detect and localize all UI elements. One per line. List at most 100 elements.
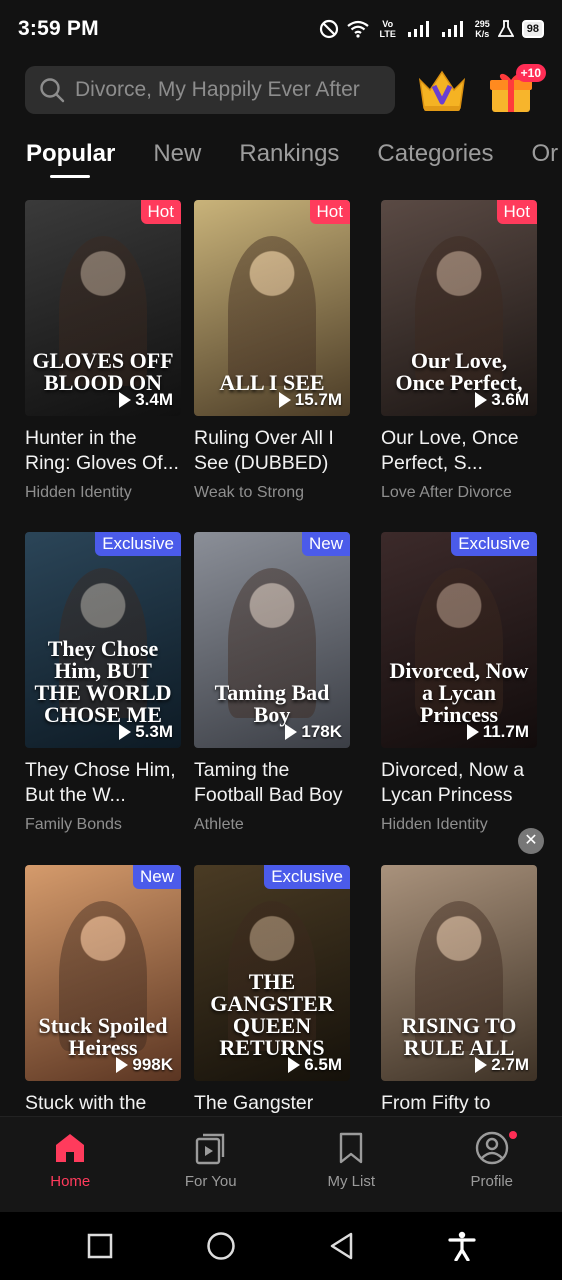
play-count: 11.7M: [466, 722, 529, 742]
play-count: 5.3M: [119, 722, 173, 742]
play-count: 178K: [285, 722, 342, 742]
drama-poster[interactable]: They Chose Him, BUT THE WORLD CHOSE ME Ex…: [25, 532, 181, 748]
net-speed-unit: K/s: [475, 29, 490, 39]
drama-card[interactable]: Taming Bad Boy New 178K Taming the Football…: [194, 532, 350, 834]
search-input[interactable]: [75, 78, 375, 102]
tab-categories[interactable]: Categories: [377, 140, 493, 180]
card-tag: New: [301, 532, 350, 556]
drama-card[interactable]: Our Love, Once Perfect, Hot 3.6M Our Love, …: [381, 200, 537, 502]
card-title[interactable]: Our Love, Once Perfect, S...: [381, 426, 537, 476]
card-tag: Exclusive: [95, 532, 181, 556]
card-genre: Hidden Identity: [25, 484, 132, 501]
search-bar[interactable]: [25, 66, 395, 114]
back-icon[interactable]: [329, 1232, 355, 1260]
home-circle-icon[interactable]: [206, 1231, 236, 1261]
play-icon: [475, 392, 488, 408]
play-count-value: 5.3M: [135, 722, 173, 741]
drama-card[interactable]: ALL I SEE Hot 15.7M Ruling Over All I See (…: [194, 200, 350, 502]
play-icon: [466, 724, 479, 740]
drama-poster[interactable]: RISING TO RULE ALL 2.7M: [381, 865, 537, 1081]
poster-title-art: They Chose Him, BUT THE WORLD CHOSE ME: [34, 636, 172, 727]
signal-icon-2: [441, 21, 463, 37]
play-icon: [288, 1057, 301, 1073]
status-icons: Vo LTE 295 K/s 98: [319, 19, 544, 39]
do-not-disturb-icon: [319, 19, 338, 39]
nav-my-list-label: My List: [327, 1173, 375, 1190]
drama-poster[interactable]: Stuck Spoiled Heiress New 998K: [25, 865, 181, 1081]
drama-card[interactable]: THE GANGSTER QUEEN RETURNS Exclusive 6.5M T…: [194, 865, 350, 1116]
card-title[interactable]: The Gangster Queen Returns: [194, 1091, 350, 1116]
card-genre: Athlete: [194, 816, 244, 833]
nav-for-you[interactable]: For You: [141, 1117, 282, 1212]
play-count: 3.6M: [475, 390, 529, 410]
crown-icon: [418, 70, 466, 111]
card-genre: Love After Divorce: [381, 484, 512, 501]
profile-icon: [475, 1131, 508, 1165]
gift-badge: +10: [515, 64, 546, 82]
bottom-navigation: Home For You My List Profile: [0, 1116, 562, 1212]
search-icon: [40, 78, 65, 103]
card-title[interactable]: Ruling Over All I See (DUBBED): [194, 426, 350, 476]
nav-my-list[interactable]: My List: [281, 1117, 422, 1212]
home-icon: [56, 1134, 85, 1162]
play-count-value: 2.7M: [491, 1055, 529, 1074]
lab-flask-icon: [497, 20, 514, 37]
drama-poster[interactable]: Divorced, Now a Lycan Princess Exclusive 1…: [381, 532, 537, 748]
vip-crown-button[interactable]: [416, 68, 468, 114]
net-speed-value: 295: [474, 19, 490, 29]
card-title[interactable]: Divorced, Now a Lycan Princess: [381, 758, 537, 808]
nav-home-label: Home: [50, 1173, 91, 1190]
card-title[interactable]: Stuck with the Spoiled Heiress: [25, 1091, 181, 1116]
play-count-value: 6.5M: [304, 1055, 342, 1074]
nav-home[interactable]: Home: [0, 1117, 141, 1212]
drama-card[interactable]: GLOVES OFF BLOOD ON Hot 3.4M Hunter in the …: [25, 200, 181, 502]
poster-title-art: THE GANGSTER QUEEN RETURNS: [210, 969, 334, 1060]
play-count-value: 15.7M: [294, 390, 342, 409]
drama-poster[interactable]: Our Love, Once Perfect, Hot 3.6M: [381, 200, 537, 416]
play-icon: [119, 392, 132, 408]
tab-popular[interactable]: Popular: [26, 140, 115, 180]
card-title[interactable]: Taming the Football Bad Boy: [194, 758, 350, 808]
drama-card[interactable]: They Chose Him, BUT THE WORLD CHOSE ME Ex…: [25, 532, 181, 834]
signal-icon: [407, 21, 429, 37]
tab-more[interactable]: Or: [531, 140, 558, 180]
play-count-value: 178K: [301, 722, 342, 741]
drama-card[interactable]: RISING TO RULE ALL2.7M From Fifty to Fear…: [381, 865, 537, 1116]
play-count-value: 11.7M: [482, 722, 529, 741]
poster-title-art: GLOVES OFF BLOOD ON: [32, 348, 174, 395]
play-count-value: 998K: [132, 1055, 173, 1074]
card-tag: Exclusive: [451, 532, 537, 556]
play-count-value: 3.4M: [135, 390, 173, 409]
status-time: 3:59 PM: [18, 17, 99, 40]
play-icon: [119, 724, 132, 740]
card-tag: Exclusive: [264, 865, 350, 889]
play-count: 15.7M: [278, 390, 342, 410]
profile-notification-dot: [508, 1131, 517, 1139]
tab-new[interactable]: New: [153, 140, 201, 180]
gift-reward-button[interactable]: +10: [488, 64, 546, 114]
card-tag: Hot: [309, 200, 350, 224]
drama-card[interactable]: Divorced, Now a Lycan Princess Exclusive 1…: [381, 532, 537, 834]
poster-title-art: Divorced, Now a Lycan Princess: [389, 658, 529, 727]
card-tag: Hot: [496, 200, 537, 224]
tab-rankings[interactable]: Rankings: [239, 140, 339, 180]
drama-card[interactable]: Stuck Spoiled Heiress New 998K Stuck with t…: [25, 865, 181, 1116]
nav-profile-label: Profile: [470, 1173, 514, 1190]
drama-poster[interactable]: ALL I SEE Hot 15.7M: [194, 200, 350, 416]
wifi-icon: [347, 20, 369, 38]
card-title[interactable]: They Chose Him, But the W...: [25, 758, 181, 808]
play-count-value: 3.6M: [491, 390, 529, 409]
card-genre: Weak to Strong: [194, 484, 304, 501]
card-title[interactable]: Hunter in the Ring: Gloves Of...: [25, 426, 181, 476]
play-count: 998K: [116, 1055, 173, 1075]
card-tag: New: [132, 865, 181, 889]
recent-apps-icon[interactable]: [87, 1233, 113, 1259]
drama-poster[interactable]: Taming Bad Boy New 178K: [194, 532, 350, 748]
poster-title-art: RISING TO RULE ALL: [401, 1013, 517, 1060]
nav-profile[interactable]: Profile: [422, 1117, 562, 1212]
drama-poster[interactable]: GLOVES OFF BLOOD ON Hot 3.4M: [25, 200, 181, 416]
drama-poster[interactable]: THE GANGSTER QUEEN RETURNS Exclusive 6.5M: [194, 865, 350, 1081]
card-title[interactable]: From Fifty to Fearless: [381, 1091, 537, 1116]
accessibility-icon[interactable]: [447, 1231, 476, 1261]
close-floating-ad-button[interactable]: ✕: [518, 828, 544, 854]
